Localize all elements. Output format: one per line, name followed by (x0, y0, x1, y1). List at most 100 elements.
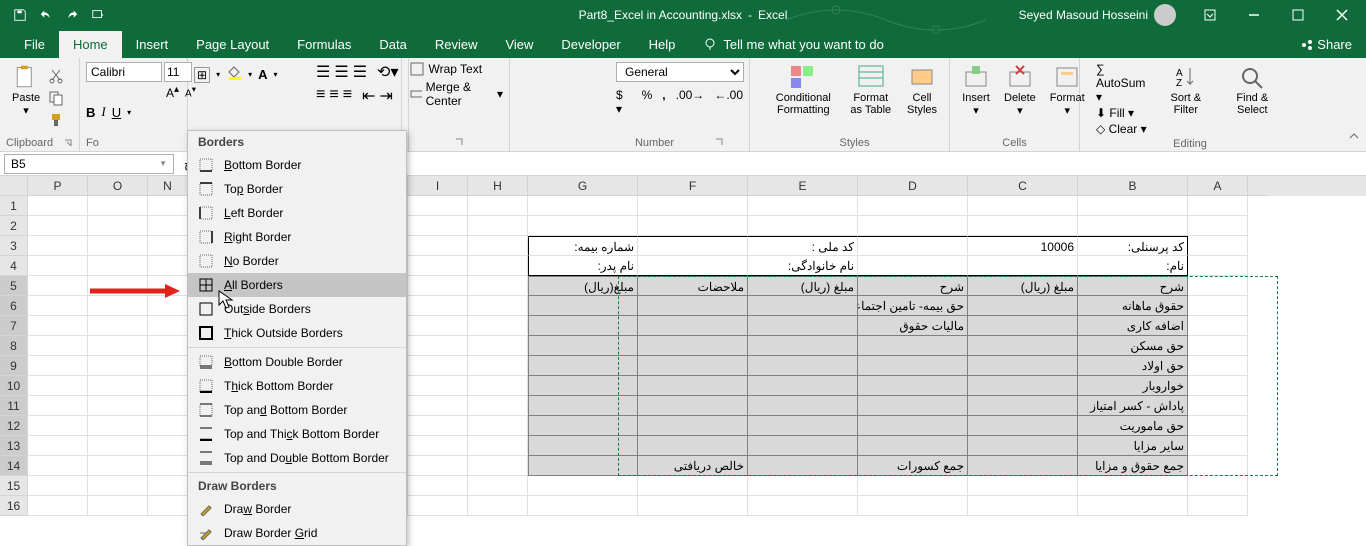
cell-B14[interactable]: جمع حقوق و مزایا (1078, 456, 1188, 476)
cell-O15[interactable] (88, 476, 148, 496)
cell-E9[interactable] (748, 356, 858, 376)
col-header-H[interactable]: H (468, 176, 528, 196)
col-header-G[interactable]: G (528, 176, 638, 196)
col-header-A[interactable]: A (1188, 176, 1248, 196)
cell-H13[interactable] (468, 436, 528, 456)
wrap-text-button[interactable]: Wrap Text (410, 62, 503, 76)
cell-A1[interactable] (1188, 196, 1248, 216)
minimize-icon[interactable] (1234, 0, 1274, 30)
user-account[interactable]: Seyed Masoud Hosseini (1019, 4, 1176, 26)
cell-D9[interactable] (858, 356, 968, 376)
cell-I13[interactable] (408, 436, 468, 456)
bold-button[interactable]: B (86, 105, 95, 120)
row-header-4[interactable]: 4 (0, 256, 28, 276)
cell-G9[interactable] (528, 356, 638, 376)
tab-help[interactable]: Help (635, 31, 690, 58)
align-middle-button[interactable]: ☰ (334, 62, 348, 82)
cell-E11[interactable] (748, 396, 858, 416)
cell-N7[interactable] (148, 316, 188, 336)
border-menu-left[interactable]: Left Border (188, 201, 406, 225)
cell-P1[interactable] (28, 196, 88, 216)
tell-me-search[interactable]: Tell me what you want to do (689, 31, 897, 58)
cell-B1[interactable] (1078, 196, 1188, 216)
redo-icon[interactable] (60, 3, 84, 27)
cell-I4[interactable] (408, 256, 468, 276)
cell-A6[interactable] (1188, 296, 1248, 316)
cell-C1[interactable] (968, 196, 1078, 216)
cell-O12[interactable] (88, 416, 148, 436)
cell-G2[interactable] (528, 216, 638, 236)
format-as-table-button[interactable]: Format as Table (843, 62, 899, 118)
border-menu-top[interactable]: Top Border (188, 177, 406, 201)
cell-F11[interactable] (638, 396, 748, 416)
border-menu-thick-outside[interactable]: Thick Outside Borders (188, 321, 406, 345)
cell-C11[interactable] (968, 396, 1078, 416)
cell-B2[interactable] (1078, 216, 1188, 236)
cell-B16[interactable] (1078, 496, 1188, 516)
col-header-P[interactable]: P (28, 176, 88, 196)
cell-F4[interactable] (638, 256, 748, 276)
find-select-button[interactable]: Find & Select (1221, 62, 1284, 118)
border-menu-bottom-double[interactable]: Bottom Double Border (188, 350, 406, 374)
cell-B10[interactable]: خواروبار (1078, 376, 1188, 396)
cell-B11[interactable]: پاداش - کسر امتیاز (1078, 396, 1188, 416)
format-painter-button[interactable] (46, 110, 66, 130)
cell-H2[interactable] (468, 216, 528, 236)
close-icon[interactable] (1322, 0, 1362, 30)
cell-I7[interactable] (408, 316, 468, 336)
cut-button[interactable] (46, 66, 66, 86)
cell-D12[interactable] (858, 416, 968, 436)
cell-D14[interactable]: جمع کسورات (858, 456, 968, 476)
cell-A14[interactable] (1188, 456, 1248, 476)
cell-G6[interactable] (528, 296, 638, 316)
maximize-icon[interactable] (1278, 0, 1318, 30)
cell-D3[interactable] (858, 236, 968, 256)
cell-O2[interactable] (88, 216, 148, 236)
cell-N2[interactable] (148, 216, 188, 236)
cell-I9[interactable] (408, 356, 468, 376)
cell-F8[interactable] (638, 336, 748, 356)
cell-C2[interactable] (968, 216, 1078, 236)
number-launcher-icon[interactable] (714, 137, 724, 147)
cell-N8[interactable] (148, 336, 188, 356)
cell-G4[interactable]: نام پدر: (528, 256, 638, 276)
cell-F10[interactable] (638, 376, 748, 396)
cell-D8[interactable] (858, 336, 968, 356)
cell-C4[interactable] (968, 256, 1078, 276)
cell-I5[interactable] (408, 276, 468, 296)
cell-G11[interactable] (528, 396, 638, 416)
percent-button[interactable]: % (642, 88, 653, 116)
cell-A3[interactable] (1188, 236, 1248, 256)
cell-D16[interactable] (858, 496, 968, 516)
cell-G12[interactable] (528, 416, 638, 436)
cell-P9[interactable] (28, 356, 88, 376)
cell-P2[interactable] (28, 216, 88, 236)
row-header-7[interactable]: 7 (0, 316, 28, 336)
cell-G15[interactable] (528, 476, 638, 496)
row-header-11[interactable]: 11 (0, 396, 28, 416)
cell-O14[interactable] (88, 456, 148, 476)
row-header-8[interactable]: 8 (0, 336, 28, 356)
clear-button[interactable]: ◇ Clear ▾ (1096, 122, 1151, 136)
align-top-button[interactable]: ☰ (316, 62, 330, 82)
save-icon[interactable] (8, 3, 32, 27)
tab-formulas[interactable]: Formulas (283, 31, 365, 58)
cell-D2[interactable] (858, 216, 968, 236)
cell-E14[interactable] (748, 456, 858, 476)
cell-I14[interactable] (408, 456, 468, 476)
cell-D15[interactable] (858, 476, 968, 496)
cell-B3[interactable]: کد پرسنلی: (1078, 236, 1188, 256)
cell-C12[interactable] (968, 416, 1078, 436)
cell-I6[interactable] (408, 296, 468, 316)
cell-P13[interactable] (28, 436, 88, 456)
tab-insert[interactable]: Insert (122, 31, 183, 58)
cell-N9[interactable] (148, 356, 188, 376)
conditional-formatting-button[interactable]: Conditional Formatting (766, 62, 841, 118)
cell-N15[interactable] (148, 476, 188, 496)
col-header-D[interactable]: D (858, 176, 968, 196)
col-header-N[interactable]: N (148, 176, 188, 196)
cell-H15[interactable] (468, 476, 528, 496)
cell-A10[interactable] (1188, 376, 1248, 396)
cell-E10[interactable] (748, 376, 858, 396)
cell-B4[interactable]: نام: (1078, 256, 1188, 276)
